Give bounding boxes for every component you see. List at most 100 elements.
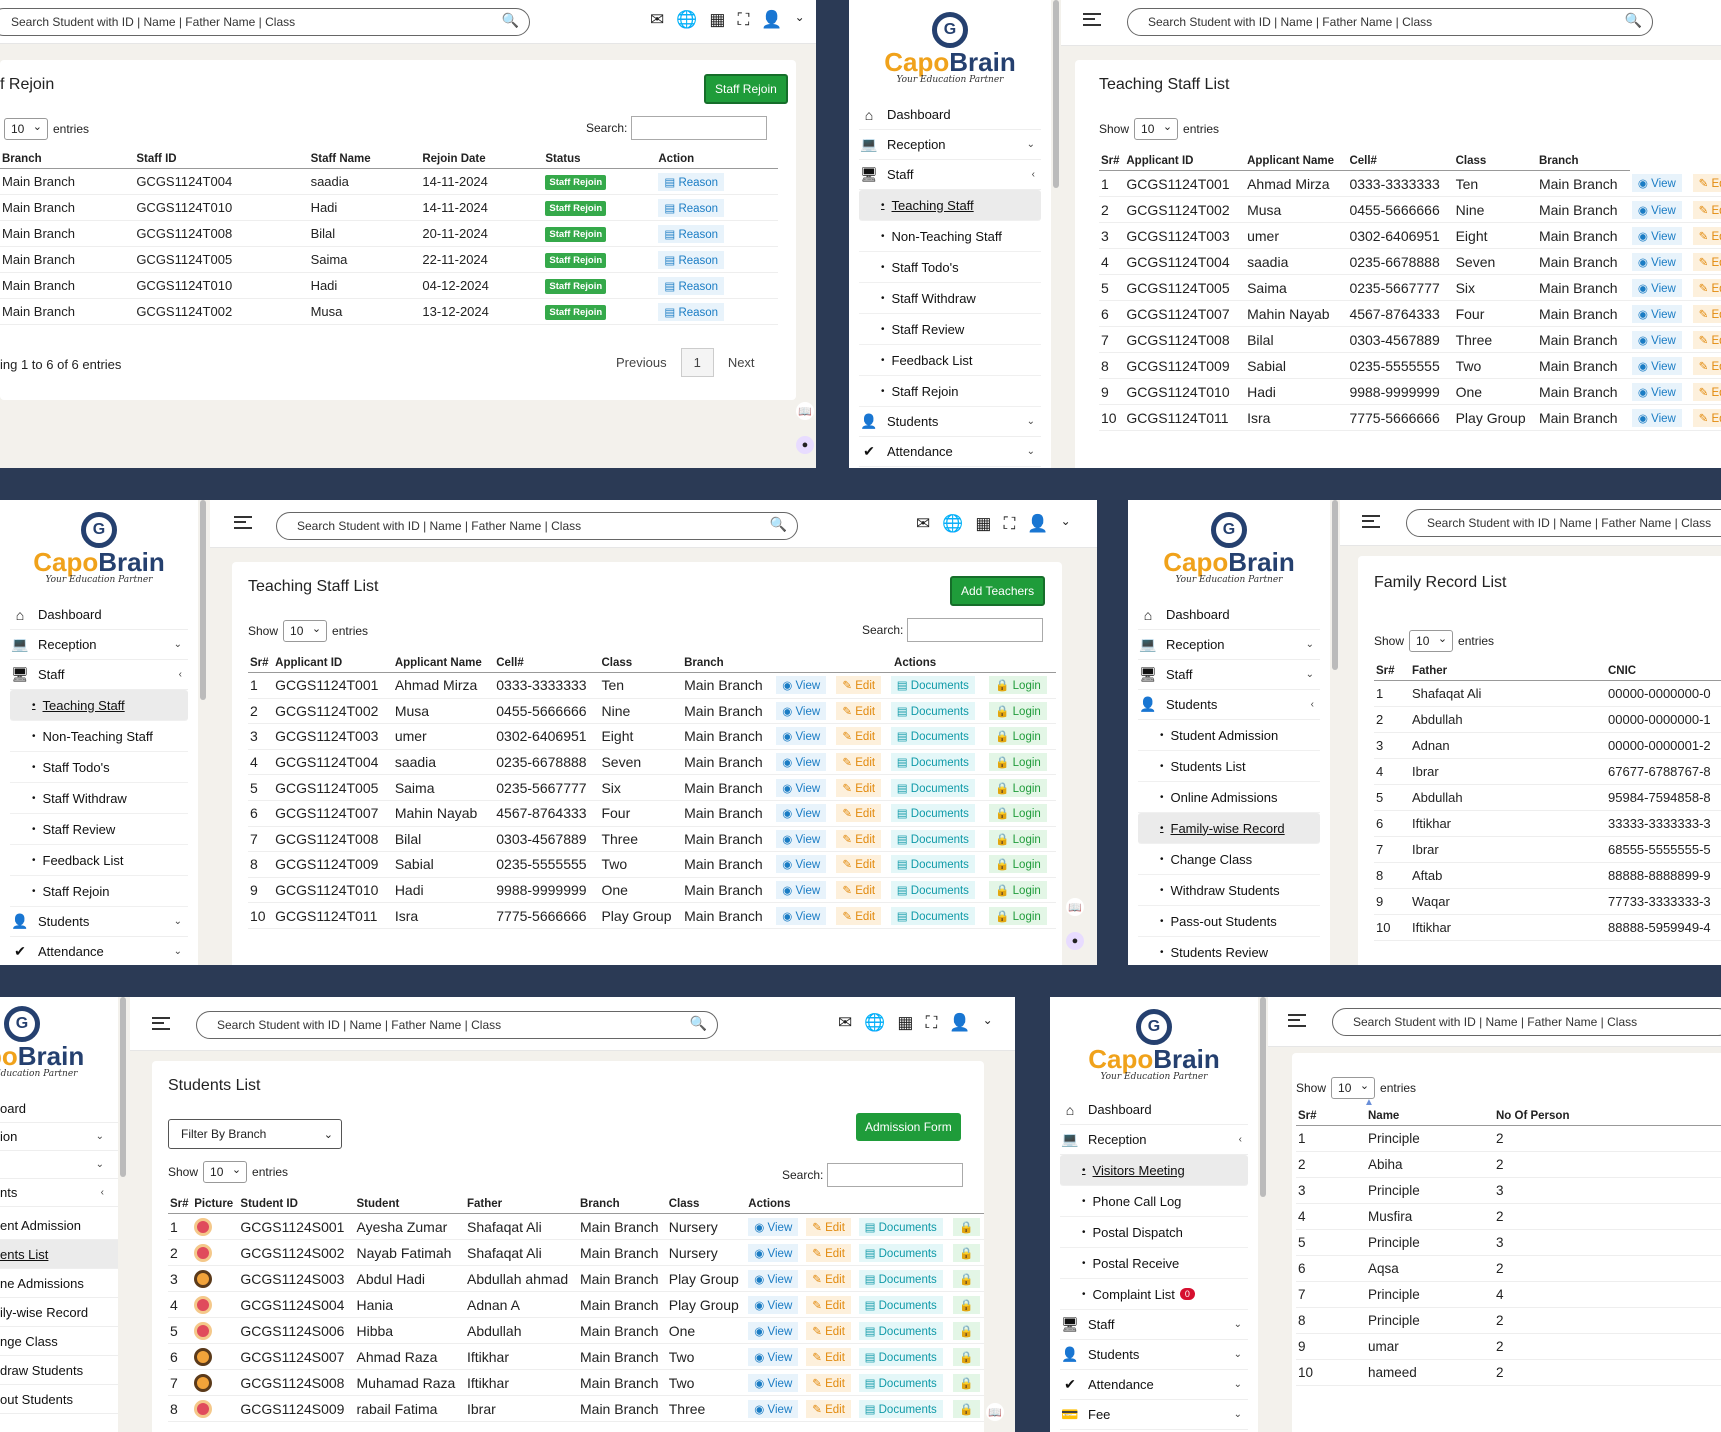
nav-reception-sub-1[interactable]: • Phone Call Log bbox=[1060, 1186, 1248, 1217]
edit-button[interactable]: ✎ Ed bbox=[1692, 200, 1721, 219]
sidebar-scrollbar[interactable] bbox=[1260, 997, 1266, 1197]
palette-icon[interactable]: ● bbox=[1066, 932, 1084, 950]
prev-button[interactable]: Previous bbox=[616, 355, 667, 370]
book-icon[interactable]: 📖 bbox=[796, 402, 814, 420]
edit-button[interactable]: ✎ Edit bbox=[806, 1399, 851, 1418]
nav-staff-sub-5[interactable]: • Feedback List bbox=[10, 845, 188, 876]
view-button[interactable]: ◉ View bbox=[1631, 408, 1682, 427]
nav-reception-sub-2[interactable]: • Postal Dispatch bbox=[1060, 1217, 1248, 1248]
grid-icon[interactable]: ▦ bbox=[709, 10, 725, 30]
view-button[interactable]: ◉ View bbox=[1631, 200, 1682, 219]
nav-item-2[interactable]: ⌄ bbox=[0, 1151, 118, 1179]
view-button[interactable]: ◉ View bbox=[748, 1295, 799, 1314]
login-button[interactable]: 🔒 Login bbox=[989, 855, 1047, 874]
admission-form-button[interactable]: Admission Form bbox=[856, 1113, 961, 1141]
column-header[interactable]: Branch bbox=[0, 150, 135, 169]
column-header[interactable]: Branch bbox=[1536, 152, 1630, 171]
student-avatar[interactable] bbox=[194, 1373, 213, 1392]
edit-button[interactable]: ✎ Edit bbox=[806, 1269, 851, 1288]
nav-staff-sub-6[interactable]: • Staff Rejoin bbox=[859, 376, 1041, 407]
column-header[interactable]: No Of Person bbox=[1494, 1107, 1721, 1126]
menu-toggle-icon[interactable] bbox=[1083, 13, 1101, 26]
edit-button[interactable]: ✎ Ed bbox=[1692, 408, 1721, 427]
global-search-input[interactable]: Search Student with ID | Name | Father N… bbox=[276, 512, 798, 540]
edit-button[interactable]: ✎ Edit bbox=[836, 881, 882, 900]
edit-button[interactable]: ✎ Ed bbox=[1692, 304, 1721, 323]
nav-staff-sub-2[interactable]: • Staff Todo's bbox=[859, 252, 1041, 283]
branch-filter-select[interactable]: Filter By Branch ⌄ bbox=[168, 1119, 342, 1149]
nav-students-sub-4[interactable]: • Change Class bbox=[1138, 844, 1320, 875]
nav-staff-sub-5[interactable]: • Feedback List bbox=[859, 345, 1041, 376]
entries-select[interactable]: 10 bbox=[283, 620, 328, 642]
nav-staff-sub-3[interactable]: • Staff Withdraw bbox=[859, 283, 1041, 314]
column-header[interactable]: Applicant ID bbox=[273, 654, 393, 673]
nav-item-7[interactable]: ily-wise Record bbox=[0, 1298, 118, 1327]
view-button[interactable]: ◉ View bbox=[776, 701, 827, 720]
globe-icon[interactable]: 🌐 bbox=[676, 10, 697, 30]
nav-staff-sub-6[interactable]: • Staff Rejoin bbox=[10, 876, 188, 907]
column-header[interactable]: Father bbox=[1410, 662, 1606, 681]
documents-button[interactable]: ▤ Documents bbox=[890, 676, 975, 695]
student-avatar[interactable] bbox=[194, 1399, 213, 1418]
login-button[interactable]: 🔒 Login bbox=[989, 829, 1047, 848]
edit-button[interactable]: ✎ Edit bbox=[806, 1295, 851, 1314]
globe-icon[interactable]: 🌐 bbox=[942, 514, 963, 534]
nav-staff-sub-0[interactable]: • Teaching Staff bbox=[859, 190, 1041, 221]
nav-dashboard[interactable]: ⌂ Dashboard bbox=[859, 100, 1041, 130]
edit-button[interactable]: ✎ Edit bbox=[836, 727, 882, 746]
entries-select[interactable]: 10 bbox=[1331, 1077, 1376, 1099]
user-avatar[interactable]: 👤 bbox=[761, 10, 782, 30]
page-1-button[interactable]: 1 bbox=[680, 348, 714, 377]
nav-staff[interactable]: 🖥 Staff ‹ bbox=[10, 660, 188, 690]
view-button[interactable]: ◉ View bbox=[1631, 356, 1682, 375]
edit-button[interactable]: ✎ Ed bbox=[1692, 330, 1721, 349]
grid-icon[interactable]: ▦ bbox=[975, 514, 991, 534]
login-button[interactable]: 🔒 Login bbox=[989, 881, 1047, 900]
view-button[interactable]: ◉ View bbox=[776, 881, 827, 900]
chevron-down-icon[interactable]: ⌄ bbox=[983, 1013, 993, 1033]
nav-attendance[interactable]: ✔ Attendance ⌄ bbox=[10, 937, 188, 965]
column-header[interactable]: Action bbox=[656, 150, 778, 169]
documents-button[interactable]: ▤ Documents bbox=[890, 829, 975, 848]
nav-dashboard[interactable]: ⌂ Dashboard bbox=[1060, 1095, 1248, 1125]
login-button[interactable]: 🔒 Login bbox=[989, 906, 1047, 925]
mail-icon[interactable]: ✉ bbox=[838, 1013, 852, 1033]
column-header[interactable]: Actions bbox=[774, 654, 1056, 673]
book-icon[interactable]: 📖 bbox=[986, 1403, 1004, 1421]
nav-staff-sub-2[interactable]: • Staff Todo's bbox=[10, 752, 188, 783]
view-button[interactable]: ◉ View bbox=[1631, 304, 1682, 323]
chevron-down-icon[interactable]: ⌄ bbox=[795, 10, 805, 30]
reason-button[interactable]: ▤ Reason bbox=[658, 172, 725, 191]
view-button[interactable]: ◉ View bbox=[776, 676, 827, 695]
login-button[interactable]: 🔒 bbox=[953, 1347, 980, 1366]
chevron-down-icon[interactable]: ⌄ bbox=[1061, 514, 1071, 534]
edit-button[interactable]: ✎ Edit bbox=[806, 1347, 851, 1366]
edit-button[interactable]: ✎ Edit bbox=[836, 829, 882, 848]
login-button[interactable]: 🔒 bbox=[953, 1399, 980, 1418]
nav-item-0[interactable]: oard bbox=[0, 1095, 118, 1123]
login-button[interactable]: 🔒 Login bbox=[989, 701, 1047, 720]
column-header[interactable]: Student bbox=[354, 1195, 465, 1214]
nav-item-5[interactable]: ents List bbox=[0, 1240, 118, 1269]
menu-toggle-icon[interactable] bbox=[152, 1017, 170, 1030]
login-button[interactable]: 🔒 Login bbox=[989, 727, 1047, 746]
student-avatar[interactable] bbox=[194, 1243, 213, 1262]
view-button[interactable]: ◉ View bbox=[776, 804, 827, 823]
view-button[interactable]: ◉ View bbox=[748, 1217, 799, 1236]
view-button[interactable]: ◉ View bbox=[776, 906, 827, 925]
nav-staff[interactable]: 🖥 Staff ⌄ bbox=[1138, 660, 1320, 690]
menu-toggle-icon[interactable] bbox=[1362, 515, 1380, 528]
student-avatar[interactable] bbox=[194, 1295, 213, 1314]
nav-staff-sub-1[interactable]: • Non-Teaching Staff bbox=[859, 221, 1041, 252]
view-button[interactable]: ◉ View bbox=[748, 1321, 799, 1340]
nav-staff[interactable]: 🖥 Staff ‹ bbox=[859, 160, 1041, 190]
edit-button[interactable]: ✎ Edit bbox=[806, 1243, 851, 1262]
search-icon[interactable]: 🔍 bbox=[770, 516, 787, 533]
column-header[interactable]: Actions bbox=[746, 1195, 984, 1214]
nav-students-sub-7[interactable]: • Students Review bbox=[1138, 937, 1320, 965]
nav-students[interactable]: 👤 Students ‹ bbox=[1138, 690, 1320, 720]
grid-icon[interactable]: ▦ bbox=[897, 1013, 913, 1033]
documents-button[interactable]: ▤ Documents bbox=[858, 1217, 943, 1236]
nav-attendance[interactable]: ✔ Attendance ⌄ bbox=[1060, 1370, 1248, 1400]
sidebar-scrollbar[interactable] bbox=[200, 500, 206, 700]
